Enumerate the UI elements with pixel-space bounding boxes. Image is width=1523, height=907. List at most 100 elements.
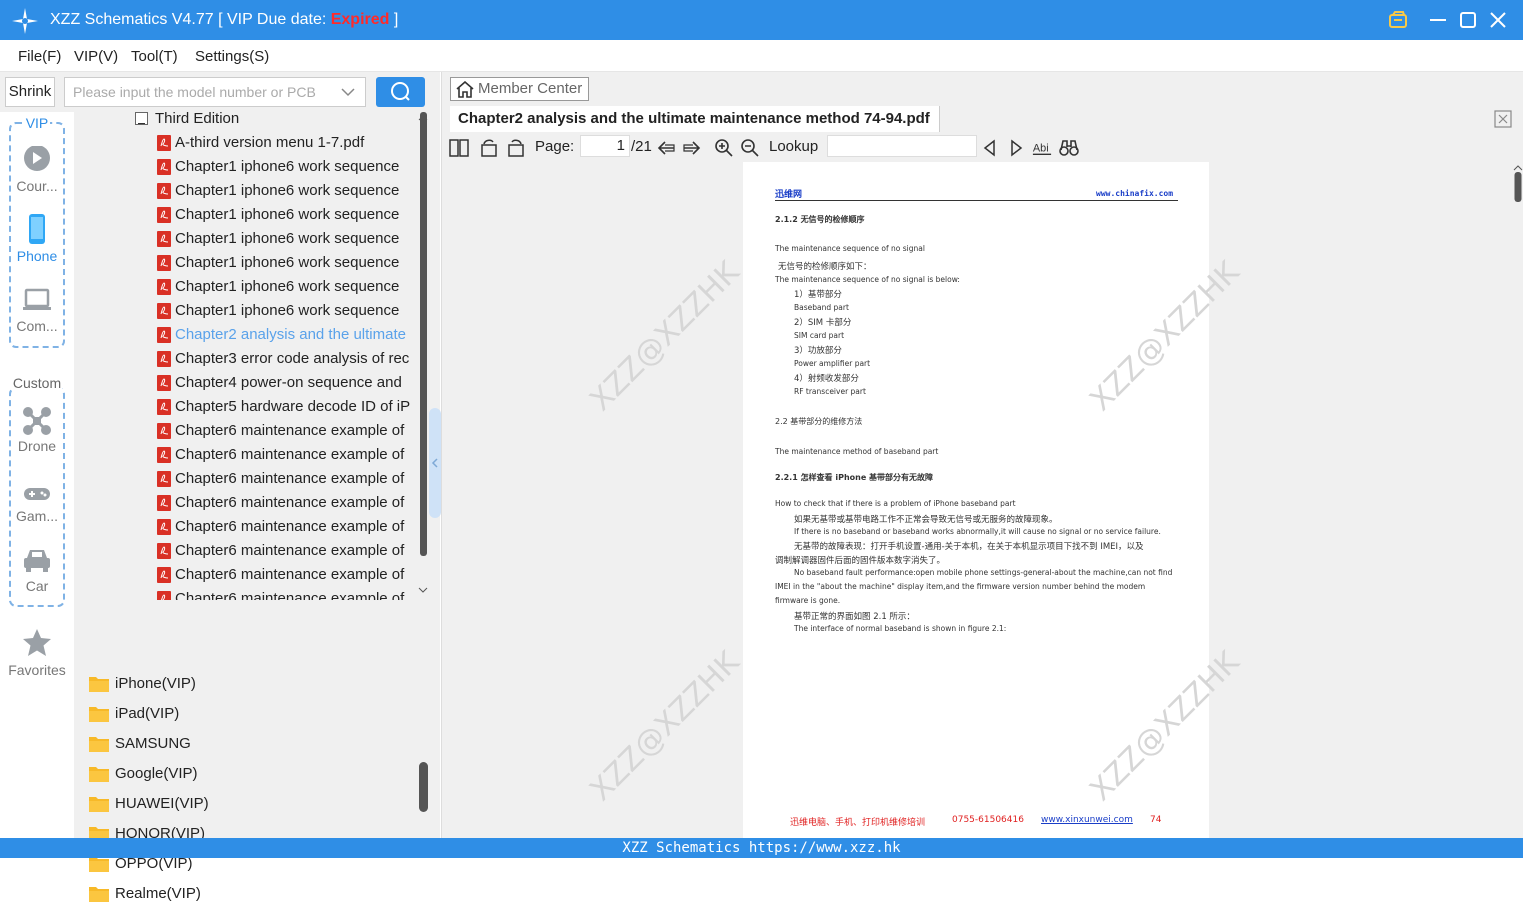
- tree-file-item[interactable]: Chapter6 maintenance example of: [76, 419, 418, 443]
- tree-file-item[interactable]: Chapter6 maintenance example of: [76, 443, 418, 467]
- find-previous-icon[interactable]: [980, 138, 1000, 158]
- panel-splitter[interactable]: [429, 408, 441, 518]
- page-footer-url[interactable]: www.xinxunwei.com: [1041, 815, 1133, 825]
- two-page-icon[interactable]: [449, 138, 469, 158]
- search-button[interactable]: [376, 77, 425, 107]
- page-text-line: The maintenance sequence of no signal: [775, 244, 925, 253]
- maximize-icon[interactable]: [1457, 9, 1479, 31]
- pdf-file-icon: [157, 183, 171, 199]
- folder-item[interactable]: Realme(VIP): [76, 881, 418, 907]
- zoom-in-icon[interactable]: [714, 138, 734, 158]
- tree-file-label: Chapter3 error code analysis of rec: [175, 350, 410, 367]
- tree-file-item[interactable]: Chapter6 maintenance example of: [76, 515, 418, 539]
- tree-file-item[interactable]: Chapter2 analysis and the ultimate: [76, 323, 418, 347]
- page-text-line: RF transceiver part: [794, 387, 866, 396]
- folder-item[interactable]: iPad(VIP): [76, 701, 418, 727]
- tree-file-item[interactable]: Chapter1 iphone6 work sequence: [76, 251, 418, 275]
- pdf-file-icon: [157, 327, 171, 343]
- shrink-button[interactable]: Shrink: [5, 77, 55, 107]
- page-text-line: 4）射频收发部分: [794, 374, 859, 384]
- tree-file-item[interactable]: Chapter6 maintenance example of: [76, 563, 418, 587]
- folder-item[interactable]: SAMSUNG: [76, 731, 418, 757]
- tree-file-item[interactable]: Chapter4 power-on sequence and: [76, 371, 418, 395]
- folder-item[interactable]: HUAWEI(VIP): [76, 791, 418, 817]
- zoom-out-icon[interactable]: [740, 138, 760, 158]
- tree-file-item[interactable]: Chapter1 iphone6 work sequence: [76, 179, 418, 203]
- folder-scrollbar[interactable]: [419, 762, 428, 812]
- folder-label: iPhone(VIP): [115, 675, 196, 692]
- chevron-down-icon[interactable]: [341, 86, 355, 98]
- member-center-button[interactable]: Member Center: [450, 77, 589, 101]
- tree-file-item[interactable]: Chapter5 hardware decode ID of iP: [76, 395, 418, 419]
- viewer-scrollbar[interactable]: [1513, 162, 1523, 838]
- binoculars-icon[interactable]: [1059, 138, 1079, 158]
- pdf-file-icon: [157, 207, 171, 223]
- close-icon[interactable]: [1487, 9, 1509, 31]
- pdf-file-icon: [157, 231, 171, 247]
- folder-label: SAMSUNG: [115, 735, 191, 752]
- menu-settings[interactable]: Settings(S): [195, 48, 269, 65]
- page-header-left: 迅维网: [775, 190, 803, 200]
- tree-file-item[interactable]: Chapter6 maintenance example of: [76, 491, 418, 515]
- tree-file-label: Chapter6 maintenance example of: [175, 542, 405, 559]
- find-next-icon[interactable]: [1006, 138, 1026, 158]
- pdf-file-icon: [157, 591, 171, 600]
- folder-item[interactable]: Google(VIP): [76, 761, 418, 787]
- star-icon: [23, 629, 51, 656]
- search-input[interactable]: Please input the model number or PCB: [64, 77, 366, 107]
- nav-item-courses[interactable]: Cour...: [0, 146, 74, 196]
- category-nav: VIP Cour... Phone Com... Custom Drone Ga…: [0, 112, 74, 838]
- lookup-input[interactable]: [827, 135, 977, 157]
- page-footer-text: 迅维电脑、手机、打印机维修培训: [790, 818, 926, 828]
- tree-file-label: Chapter6 maintenance example of: [175, 494, 405, 511]
- tree-file-item[interactable]: A-third version menu 1-7.pdf: [76, 131, 418, 155]
- tree-file-item[interactable]: Chapter6 maintenance example of: [76, 539, 418, 563]
- nav-item-favorites[interactable]: Favorites: [0, 628, 74, 678]
- page-text-line: Power amplifier part: [794, 359, 871, 368]
- folder-icon: [89, 797, 109, 812]
- collapse-icon[interactable]: [135, 112, 148, 125]
- custom-group-title: Custom: [11, 375, 63, 391]
- rotate-left-icon[interactable]: [479, 138, 499, 158]
- document-tab[interactable]: Chapter2 analysis and the ultimate maint…: [450, 106, 940, 132]
- menu-vip[interactable]: VIP(V): [74, 48, 118, 65]
- nav-item-game[interactable]: Gam...: [0, 480, 74, 530]
- tree-node-edition[interactable]: Third Edition: [76, 112, 418, 131]
- menu-file[interactable]: File(F): [18, 48, 61, 65]
- tree-scrollbar[interactable]: [418, 112, 428, 600]
- page-number-input[interactable]: 1: [580, 135, 630, 157]
- nav-item-car[interactable]: Car: [0, 546, 74, 596]
- nav-item-computer[interactable]: Com...: [0, 288, 74, 338]
- tree-file-label: Chapter5 hardware decode ID of iP: [175, 398, 411, 415]
- page-text-line: If there is no baseband or baseband work…: [794, 527, 1161, 536]
- tree-file-label: Chapter4 power-on sequence and: [175, 374, 402, 391]
- minimize-icon[interactable]: [1427, 9, 1449, 31]
- tree-file-item[interactable]: Chapter3 error code analysis of rec: [76, 347, 418, 371]
- wallet-icon[interactable]: [1387, 9, 1409, 31]
- menu-tool[interactable]: Tool(T): [131, 48, 178, 65]
- header-rule: [775, 200, 1178, 201]
- next-page-icon[interactable]: [682, 138, 702, 158]
- folder-label: HUAWEI(VIP): [115, 795, 209, 812]
- pdf-file-icon: [157, 279, 171, 295]
- tree-file-item[interactable]: Chapter1 iphone6 work sequence: [76, 227, 418, 251]
- previous-page-icon[interactable]: [656, 138, 676, 158]
- page-text-line: 无信号的检修顺序如下：: [778, 262, 872, 272]
- tree-file-item[interactable]: Chapter1 iphone6 work sequence: [76, 203, 418, 227]
- rotate-right-icon[interactable]: [506, 138, 526, 158]
- nav-item-phone[interactable]: Phone: [0, 214, 74, 264]
- text-select-icon[interactable]: Abi: [1032, 138, 1052, 158]
- close-tab-icon[interactable]: [1494, 110, 1512, 128]
- tree-file-item[interactable]: Chapter1 iphone6 work sequence: [76, 275, 418, 299]
- tree-file-item[interactable]: Chapter1 iphone6 work sequence: [76, 299, 418, 323]
- folder-item[interactable]: iPhone(VIP): [76, 671, 418, 697]
- svg-text:Abi: Abi: [1033, 143, 1049, 155]
- tree-file-item[interactable]: Chapter6 maintenance example of: [76, 467, 418, 491]
- viewer-toolbar: Page: 1 /21 Lookup Abi: [442, 133, 1523, 161]
- tree-file-label: Chapter1 iphone6 work sequence: [175, 158, 400, 175]
- tree-file-item[interactable]: Chapter6 maintenance example of: [76, 587, 418, 600]
- tree-file-item[interactable]: Chapter1 iphone6 work sequence: [76, 155, 418, 179]
- nav-item-drone[interactable]: Drone: [0, 406, 74, 456]
- phone-icon: [29, 214, 45, 244]
- pdf-file-icon: [157, 423, 171, 439]
